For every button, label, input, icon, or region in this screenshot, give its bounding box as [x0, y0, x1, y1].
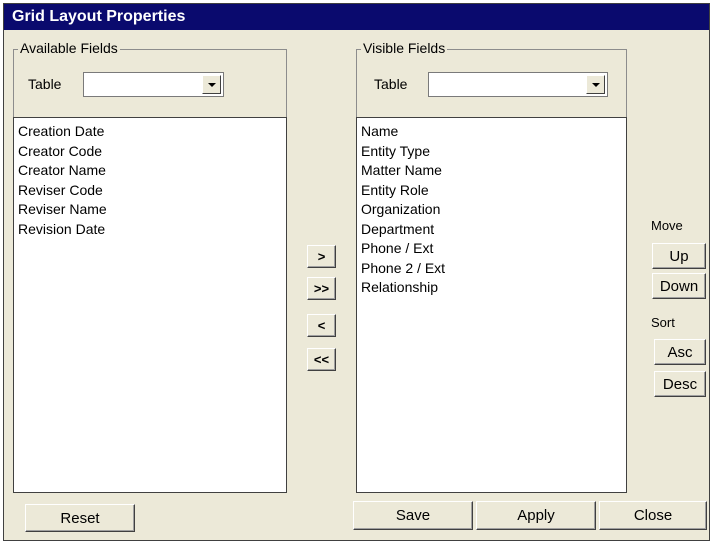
dialog-title: Grid Layout Properties [4, 4, 709, 30]
list-item[interactable]: Reviser Code [18, 181, 282, 201]
close-button[interactable]: Close [599, 501, 707, 530]
list-item[interactable]: Creation Date [18, 122, 282, 142]
list-item[interactable]: Entity Role [361, 181, 622, 201]
remove-field-button[interactable]: < [307, 314, 336, 337]
save-button[interactable]: Save [353, 501, 473, 530]
move-down-button[interactable]: Down [652, 273, 706, 299]
visible-table-label: Table [374, 76, 408, 92]
apply-button[interactable]: Apply [476, 501, 596, 530]
grid-layout-properties-dialog: Grid Layout Properties Available Fields … [3, 3, 710, 541]
sort-asc-button[interactable]: Asc [654, 339, 706, 365]
list-item[interactable]: Relationship [361, 278, 622, 298]
list-item[interactable]: Revision Date [18, 220, 282, 240]
available-table-select[interactable] [83, 72, 224, 97]
visible-table-select[interactable] [428, 72, 608, 97]
remove-all-fields-button[interactable]: << [307, 348, 336, 371]
list-item[interactable]: Entity Type [361, 142, 622, 162]
list-item[interactable]: Creator Code [18, 142, 282, 162]
list-item[interactable]: Matter Name [361, 161, 622, 181]
list-item[interactable]: Reviser Name [18, 200, 282, 220]
chevron-down-icon[interactable] [202, 75, 221, 94]
add-field-button[interactable]: > [307, 245, 336, 268]
sort-desc-button[interactable]: Desc [654, 371, 706, 397]
reset-button[interactable]: Reset [25, 504, 135, 532]
list-item[interactable]: Phone 2 / Ext [361, 259, 622, 279]
available-table-label: Table [28, 76, 62, 92]
available-fields-list[interactable]: Creation Date Creator Code Creator Name … [13, 117, 287, 493]
list-item[interactable]: Phone / Ext [361, 239, 622, 259]
list-item[interactable]: Creator Name [18, 161, 282, 181]
list-item[interactable]: Name [361, 122, 622, 142]
list-item[interactable]: Department [361, 220, 622, 240]
list-item[interactable]: Organization [361, 200, 622, 220]
chevron-down-icon[interactable] [586, 75, 605, 94]
sort-label: Sort [651, 315, 675, 330]
visible-fields-title: Visible Fields [361, 40, 448, 56]
visible-fields-list[interactable]: Name Entity Type Matter Name Entity Role… [356, 117, 627, 493]
move-up-button[interactable]: Up [652, 243, 706, 269]
available-fields-title: Available Fields [18, 40, 120, 56]
move-label: Move [651, 218, 683, 233]
add-all-fields-button[interactable]: >> [307, 277, 336, 300]
